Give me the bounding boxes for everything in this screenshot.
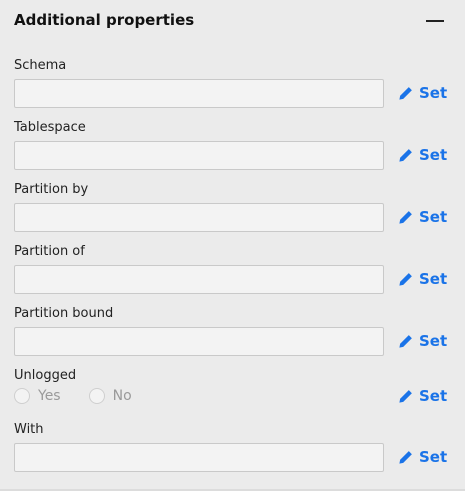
pencil-icon	[399, 272, 412, 286]
partition-of-label: Partition of	[14, 244, 85, 259]
with-input[interactable]	[14, 443, 384, 472]
partition-of-set-label: Set	[419, 270, 448, 288]
tablespace-set-button[interactable]: Set	[398, 143, 447, 167]
partition-by-set-label: Set	[419, 208, 448, 226]
unlogged-set-label: Set	[419, 387, 448, 405]
pencil-icon	[399, 334, 412, 348]
section-title: Additional properties	[14, 11, 195, 29]
with-set-label: Set	[419, 448, 448, 466]
pencil-icon	[399, 389, 412, 403]
unlogged-radio-group: Yes No	[14, 384, 132, 408]
schema-set-button[interactable]: Set	[398, 81, 447, 105]
radio-circle[interactable]	[14, 388, 30, 404]
partition-by-set-button[interactable]: Set	[398, 205, 447, 229]
radio-circle[interactable]	[88, 388, 105, 404]
unlogged-label: Unlogged	[14, 368, 77, 383]
partition-by-label: Partition by	[14, 182, 89, 197]
tablespace-label: Tablespace	[14, 120, 86, 135]
schema-input[interactable]	[14, 79, 384, 108]
unlogged-no-label: No	[112, 388, 132, 404]
partition-bound-set-label: Set	[419, 332, 448, 350]
partition-by-input[interactable]	[14, 203, 384, 232]
with-set-button[interactable]: Set	[398, 445, 447, 469]
schema-label: Schema	[14, 58, 67, 73]
unlogged-option-yes[interactable]: Yes	[14, 388, 61, 404]
unlogged-option-no[interactable]: No	[88, 388, 132, 404]
schema-set-label: Set	[419, 84, 448, 102]
minus-icon[interactable]	[426, 20, 444, 22]
partition-bound-set-button[interactable]: Set	[398, 329, 447, 353]
unlogged-yes-label: Yes	[38, 388, 61, 404]
unlogged-set-button[interactable]: Set	[398, 384, 447, 408]
pencil-icon	[399, 210, 412, 224]
partition-of-set-button[interactable]: Set	[398, 267, 447, 291]
partition-of-input[interactable]	[14, 265, 384, 294]
tablespace-set-label: Set	[419, 146, 448, 164]
partition-bound-input[interactable]	[14, 327, 384, 356]
partition-bound-label: Partition bound	[14, 306, 114, 321]
additional-properties-panel: Additional properties Schema Set Tablesp…	[0, 0, 465, 491]
with-label: With	[14, 422, 44, 437]
pencil-icon	[399, 86, 412, 100]
pencil-icon	[399, 450, 412, 464]
pencil-icon	[399, 148, 412, 162]
tablespace-input[interactable]	[14, 141, 384, 170]
section-header[interactable]: Additional properties	[0, 0, 465, 44]
